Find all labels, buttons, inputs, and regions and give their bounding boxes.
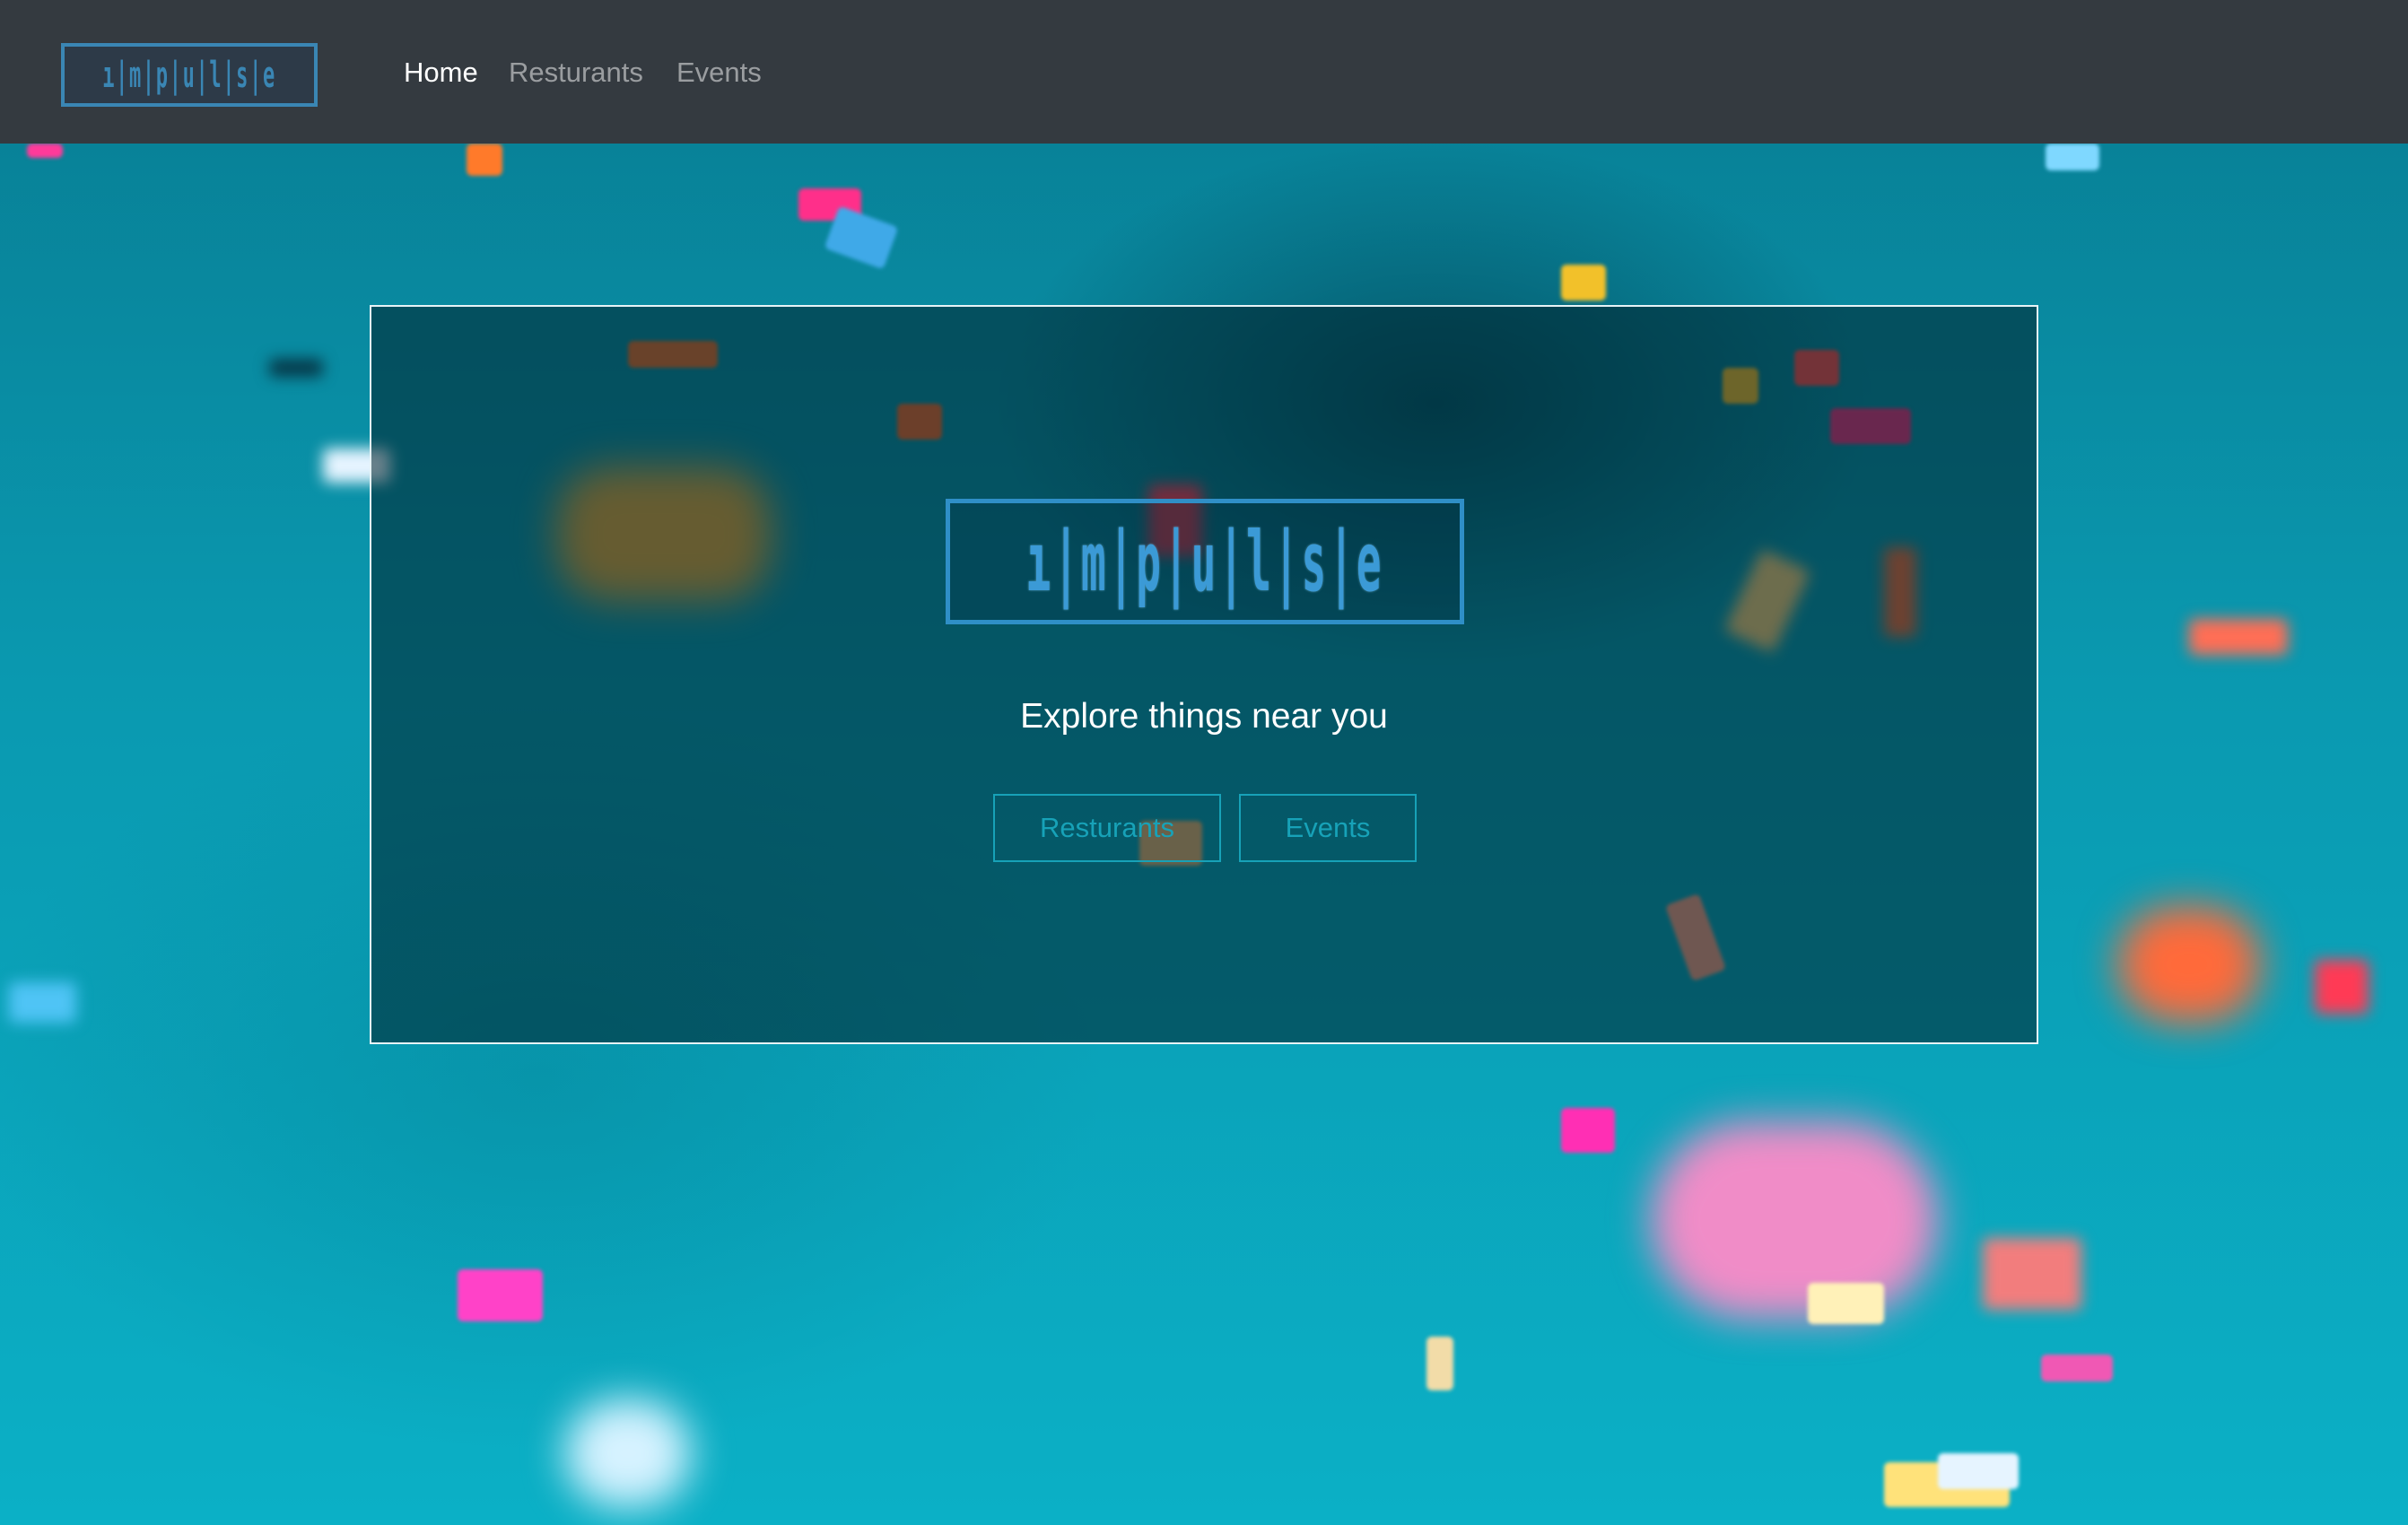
nav-link-events[interactable]: Events: [676, 52, 762, 93]
brand-logo[interactable]: ı|m|p|u|l|s|e: [61, 43, 318, 107]
impulse-logo-icon: ı|m|p|u|l|s|e: [102, 54, 276, 96]
hero-tagline: Explore things near you: [1020, 697, 1388, 736]
resturants-button[interactable]: Resturants: [993, 794, 1221, 862]
top-navbar: ı|m|p|u|l|s|e Home Resturants Events: [0, 0, 2408, 144]
hero-logo: ı|m|p|u|l|s|e: [946, 499, 1464, 624]
events-button[interactable]: Events: [1239, 794, 1417, 862]
nav-link-home[interactable]: Home: [404, 52, 478, 93]
impulse-logo-icon: ı|m|p|u|l|s|e: [1025, 513, 1384, 610]
hero-panel: ı|m|p|u|l|s|e Explore things near you Re…: [370, 305, 2038, 1044]
nav-link-resturants[interactable]: Resturants: [509, 52, 643, 93]
